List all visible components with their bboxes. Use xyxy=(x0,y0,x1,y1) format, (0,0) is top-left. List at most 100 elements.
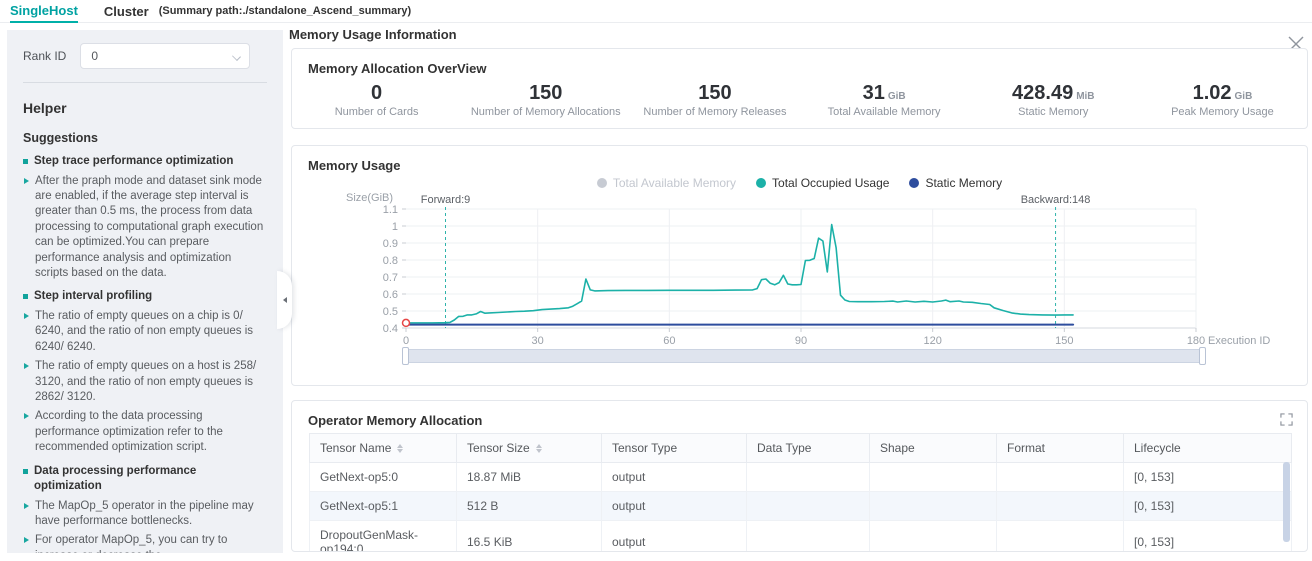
column-header-data-type: Data Type xyxy=(747,434,870,463)
table-cell: GetNext-op5:1 xyxy=(310,492,457,521)
table-cell xyxy=(997,492,1124,521)
svg-text:Execution ID: Execution ID xyxy=(1208,335,1270,347)
overview-card-title: Memory Allocation OverView xyxy=(292,49,1307,76)
svg-text:120: 120 xyxy=(923,335,941,347)
memory-usage-card-title: Memory Usage xyxy=(292,146,1307,173)
suggestion-sections: Step trace performance optimizationAfter… xyxy=(23,154,267,553)
table-cell: output xyxy=(602,463,747,492)
table-cell: [0, 153] xyxy=(1124,463,1292,492)
column-header-shape: Shape xyxy=(870,434,997,463)
memory-allocation-overview-card: Memory Allocation OverView 0Number of Ca… xyxy=(291,48,1308,129)
sidebar-collapse-handle[interactable] xyxy=(277,271,292,329)
suggestion-section-title: Data processing performance optimization xyxy=(23,464,267,495)
svg-text:0: 0 xyxy=(403,335,409,347)
suggestion-section-title: Step interval profiling xyxy=(23,289,267,305)
overview-stat: 150 Number of Memory Allocations xyxy=(461,82,630,118)
table-scrollbar[interactable] xyxy=(1283,462,1290,542)
table-cell: 18.87 MiB xyxy=(457,463,602,492)
svg-text:0.4: 0.4 xyxy=(383,323,398,335)
legend-dot-icon xyxy=(756,178,766,188)
column-header-tensor-name[interactable]: Tensor Name xyxy=(310,434,457,463)
suggestion-item: After the praph mode and dataset sink mo… xyxy=(23,174,267,282)
table-cell: [0, 153] xyxy=(1124,492,1292,521)
operator-table-title: Operator Memory Allocation xyxy=(292,401,1307,428)
stat-label: Number of Memory Allocations xyxy=(461,106,630,118)
stat-value: 1.02 xyxy=(1193,82,1232,104)
collapse-left-arrow-icon xyxy=(283,297,287,303)
column-header-format: Format xyxy=(997,434,1124,463)
suggestion-item: The ratio of empty queues on a host is 2… xyxy=(23,359,267,405)
sidebar-divider xyxy=(23,82,267,83)
table-cell xyxy=(870,463,997,492)
column-header-lifecycle: Lifecycle xyxy=(1124,434,1292,463)
triangle-bullet-icon xyxy=(24,413,29,419)
table-cell xyxy=(870,492,997,521)
slider-right-handle[interactable] xyxy=(1199,347,1206,365)
triangle-bullet-icon xyxy=(24,363,29,369)
rank-id-select[interactable]: 0 xyxy=(80,43,250,69)
stat-unit: GiB xyxy=(888,91,906,102)
suggestion-item: For operator MapOp_5, you can try to inc… xyxy=(23,533,267,553)
slider-left-handle[interactable] xyxy=(402,347,409,365)
overview-stat: 0Number of Cards xyxy=(292,82,461,118)
tab-single-host[interactable]: SingleHost xyxy=(10,0,78,23)
stat-unit: GiB xyxy=(1235,91,1253,102)
svg-text:150: 150 xyxy=(1055,335,1073,347)
column-header-tensor-type: Tensor Type xyxy=(602,434,747,463)
table-cell: DropoutGenMask-op194:0 xyxy=(310,521,457,553)
sort-carets-icon[interactable] xyxy=(397,444,403,453)
svg-text:Forward:9: Forward:9 xyxy=(421,194,471,206)
overview-stat: 150Number of Memory Releases xyxy=(630,82,799,118)
tab-cluster[interactable]: Cluster xyxy=(104,4,149,19)
chart-legend: Total Available Memory Total Occupied Usa… xyxy=(292,176,1307,190)
suggestions-title: Suggestions xyxy=(23,131,267,145)
svg-text:30: 30 xyxy=(532,335,544,347)
stat-label: Peak Memory Usage xyxy=(1138,106,1307,118)
memory-usage-card: Memory Usage Total Available MemoryTotal… xyxy=(291,145,1308,386)
fullscreen-icon[interactable] xyxy=(1280,413,1293,426)
svg-text:0.7: 0.7 xyxy=(383,272,398,284)
table-cell xyxy=(747,521,870,553)
table-row[interactable]: GetNext-op5:018.87 MiBoutput[0, 153] xyxy=(310,463,1292,492)
table-header-row: Tensor NameTensor SizeTensor TypeData Ty… xyxy=(310,434,1292,463)
legend-item[interactable]: Total Available Memory xyxy=(597,176,736,190)
chart-zoom-slider[interactable] xyxy=(404,349,1204,363)
stat-label: Static Memory xyxy=(969,106,1138,118)
table-body: GetNext-op5:018.87 MiBoutput[0, 153]GetN… xyxy=(310,463,1292,553)
legend-item[interactable]: Total Occupied Usage xyxy=(756,176,889,190)
svg-text:0.8: 0.8 xyxy=(383,255,398,267)
overview-stat: 1.02GiB Peak Memory Usage xyxy=(1138,82,1307,118)
svg-text:Backward:148: Backward:148 xyxy=(1021,194,1091,206)
table-cell xyxy=(747,463,870,492)
table-row[interactable]: GetNext-op5:1512 Boutput[0, 153] xyxy=(310,492,1292,521)
suggestion-item: According to the data processing perform… xyxy=(23,409,267,455)
table-cell xyxy=(747,492,870,521)
svg-text:90: 90 xyxy=(795,335,807,347)
memory-usage-chart: 0.40.50.60.70.80.911.10306090120150180Si… xyxy=(292,192,1309,350)
overview-stat: 31GiBTotal Available Memory xyxy=(800,82,969,118)
legend-dot-icon xyxy=(597,178,607,188)
rank-id-label: Rank ID xyxy=(23,49,66,63)
svg-text:0.5: 0.5 xyxy=(383,306,398,318)
suggestion-item: The MapOp_5 operator in the pipeline may… xyxy=(23,499,267,530)
panel-title: Memory Usage Information xyxy=(289,27,457,42)
triangle-bullet-icon xyxy=(24,178,29,184)
top-tab-bar: SingleHost Cluster (Summary path:./stand… xyxy=(0,0,1312,23)
table-cell: 16.5 KiB xyxy=(457,521,602,553)
stat-value: 150 xyxy=(529,82,562,104)
stat-value: 150 xyxy=(698,82,731,104)
operator-memory-table: Tensor NameTensor SizeTensor TypeData Ty… xyxy=(309,433,1292,552)
svg-text:0.6: 0.6 xyxy=(383,289,398,301)
stat-unit: MiB xyxy=(1076,91,1094,102)
sort-carets-icon[interactable] xyxy=(536,444,542,453)
table-cell xyxy=(870,521,997,553)
table-row[interactable]: DropoutGenMask-op194:016.5 KiBoutput[0, … xyxy=(310,521,1292,553)
table-cell: output xyxy=(602,492,747,521)
overview-stat: 428.49MiBStatic Memory xyxy=(969,82,1138,118)
table-cell: output xyxy=(602,521,747,553)
helper-sidebar: Rank ID 0 Helper Suggestions Step trace … xyxy=(7,30,283,553)
svg-text:1.1: 1.1 xyxy=(383,204,398,216)
legend-item[interactable]: Static Memory xyxy=(909,176,1002,190)
column-header-tensor-size[interactable]: Tensor Size xyxy=(457,434,602,463)
svg-text:60: 60 xyxy=(663,335,675,347)
